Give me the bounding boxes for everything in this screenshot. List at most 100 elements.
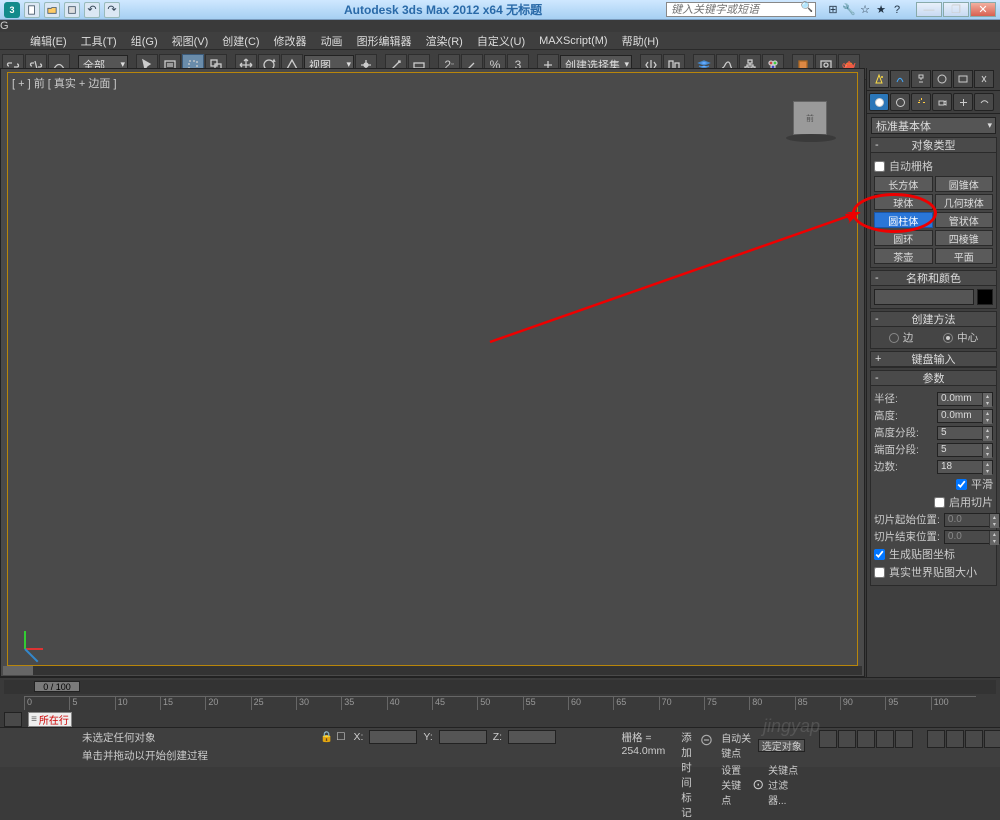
app-menu-button[interactable]: G <box>0 20 1000 32</box>
viewport-area[interactable]: [ + ] 前 [ 真实 + 边面 ] 前 <box>0 68 865 677</box>
isolate-icon[interactable]: ☐ <box>336 731 345 743</box>
zoom-icon[interactable] <box>946 730 964 748</box>
obj-torus[interactable]: 圆环 <box>874 230 933 246</box>
autogrid-checkbox[interactable]: 自动栅格 <box>874 158 993 174</box>
menu-create[interactable]: 创建(C) <box>222 33 259 49</box>
slice-on-checkbox[interactable]: 启用切片 <box>874 494 993 510</box>
ic-star-icon[interactable]: ☆ <box>858 3 872 17</box>
rollout-header-method[interactable]: 创建方法 <box>871 312 996 327</box>
smooth-checkbox[interactable]: 平滑 <box>874 476 993 492</box>
method-center-radio[interactable]: 中心 <box>943 330 978 345</box>
qat-undo-icon[interactable]: ↶ <box>84 2 100 18</box>
pan-icon[interactable] <box>927 730 945 748</box>
menu-modifiers[interactable]: 修改器 <box>274 33 307 49</box>
setkey-key-icon[interactable]: ⊙ <box>752 776 764 793</box>
menu-group[interactable]: 组(G) <box>131 33 158 49</box>
help-search[interactable] <box>666 2 816 17</box>
subtab-spacewarps[interactable] <box>974 93 994 111</box>
obj-box[interactable]: 长方体 <box>874 176 933 192</box>
setkey-button[interactable]: 设置关键点 <box>721 762 748 807</box>
time-slider[interactable]: 0 / 100 <box>4 680 996 694</box>
coord-z-input[interactable] <box>508 730 556 744</box>
mapcoords-checkbox[interactable]: 生成贴图坐标 <box>874 546 993 562</box>
spinner-height[interactable]: 0.0mm▴▾ <box>937 409 993 423</box>
obj-pyramid[interactable]: 四棱锥 <box>935 230 994 246</box>
ic-key-icon[interactable]: 🔧 <box>842 3 856 17</box>
qat-open-icon[interactable] <box>44 2 60 18</box>
viewcube[interactable]: 前 <box>793 101 827 135</box>
tab-motion[interactable] <box>932 70 952 88</box>
obj-tube[interactable]: 管状体 <box>935 212 994 228</box>
tab-display[interactable] <box>953 70 973 88</box>
menu-tools[interactable]: 工具(T) <box>81 33 117 49</box>
object-color-swatch[interactable] <box>977 289 993 305</box>
coord-x-input[interactable] <box>369 730 417 744</box>
rollout-header-object-type[interactable]: 对象类型 <box>871 138 996 153</box>
menu-help[interactable]: 帮助(H) <box>622 33 659 49</box>
menu-edit[interactable]: 编辑(E) <box>30 33 67 49</box>
tab-utilities[interactable] <box>974 70 994 88</box>
maximize-button[interactable]: ❐ <box>943 2 969 17</box>
help-search-input[interactable] <box>666 2 816 17</box>
obj-sphere[interactable]: 球体 <box>874 194 933 210</box>
time-slider-handle[interactable]: 0 / 100 <box>34 681 80 692</box>
menu-graph[interactable]: 图形编辑器 <box>357 33 412 49</box>
menu-animation[interactable]: 动画 <box>321 33 343 49</box>
method-edge-radio[interactable]: 边 <box>889 330 914 345</box>
add-time-tag[interactable]: 添加时间标记 <box>681 730 692 820</box>
subtab-helpers[interactable] <box>953 93 973 111</box>
keymode-dropdown[interactable]: 选定对象 <box>758 739 805 752</box>
fov-icon[interactable] <box>984 730 1000 748</box>
zoom-extents-icon[interactable] <box>965 730 983 748</box>
qat-redo-icon[interactable]: ↷ <box>104 2 120 18</box>
tab-hierarchy[interactable] <box>911 70 931 88</box>
minimize-button[interactable]: — <box>916 2 942 17</box>
rollout-header-name[interactable]: 名称和颜色 <box>871 271 996 286</box>
trackbar-toggle-icon[interactable] <box>4 712 22 727</box>
viewport-label[interactable]: [ + ] 前 [ 真实 + 边面 ] <box>12 75 117 91</box>
ic-help-icon[interactable]: ? <box>890 3 904 17</box>
spinner-radius[interactable]: 0.0mm▴▾ <box>937 392 993 406</box>
ic-grid-icon[interactable]: ⊞ <box>826 3 840 17</box>
rollout-header-keyboard[interactable]: 键盘输入 <box>871 352 996 367</box>
tab-modify[interactable] <box>890 70 910 88</box>
obj-plane[interactable]: 平面 <box>935 248 994 264</box>
close-button[interactable]: ✕ <box>970 2 996 17</box>
object-name-input[interactable] <box>874 289 974 305</box>
subtab-geometry[interactable] <box>869 93 889 111</box>
ic-star2-icon[interactable]: ★ <box>874 3 888 17</box>
trackbar-mode[interactable]: 所在行 <box>28 712 72 727</box>
obj-cone[interactable]: 圆锥体 <box>935 176 994 192</box>
time-ruler[interactable]: 0510152025303540455055606570758085909510… <box>24 696 976 710</box>
next-frame-icon[interactable] <box>876 730 894 748</box>
viewport-front[interactable]: [ + ] 前 [ 真实 + 边面 ] 前 <box>7 72 858 666</box>
menu-views[interactable]: 视图(V) <box>172 33 209 49</box>
prev-frame-icon[interactable] <box>838 730 856 748</box>
coord-y-input[interactable] <box>439 730 487 744</box>
subtab-cameras[interactable] <box>932 93 952 111</box>
key-icon[interactable]: ⊝ <box>700 730 713 750</box>
subtab-lights[interactable] <box>911 93 931 111</box>
category-dropdown[interactable]: 标准基本体 <box>871 117 996 134</box>
lock-icon[interactable]: 🔒 <box>320 730 333 743</box>
tab-create[interactable] <box>869 70 889 88</box>
menu-render[interactable]: 渲染(R) <box>426 33 463 49</box>
qat-save-icon[interactable] <box>64 2 80 18</box>
realworld-checkbox[interactable]: 真实世界贴图大小 <box>874 564 993 580</box>
goto-end-icon[interactable] <box>895 730 913 748</box>
spinner-hseg[interactable]: 5▴▾ <box>937 426 993 440</box>
keyfilter-button[interactable]: 关键点过滤器... <box>768 762 805 807</box>
menu-customize[interactable]: 自定义(U) <box>477 33 525 49</box>
obj-cylinder[interactable]: 圆柱体 <box>874 212 933 228</box>
play-icon[interactable] <box>857 730 875 748</box>
qat-new-icon[interactable] <box>24 2 40 18</box>
obj-geosphere[interactable]: 几何球体 <box>935 194 994 210</box>
goto-start-icon[interactable] <box>819 730 837 748</box>
viewport-hscroll[interactable] <box>3 666 862 675</box>
autokey-button[interactable]: 自动关键点 <box>721 730 754 760</box>
infocenter-icons[interactable]: ⊞ 🔧 ☆ ★ ? <box>826 3 904 17</box>
spinner-cseg[interactable]: 5▴▾ <box>937 443 993 457</box>
obj-teapot[interactable]: 茶壶 <box>874 248 933 264</box>
menu-maxscript[interactable]: MAXScript(M) <box>539 35 607 47</box>
rollout-header-params[interactable]: 参数 <box>871 371 996 386</box>
